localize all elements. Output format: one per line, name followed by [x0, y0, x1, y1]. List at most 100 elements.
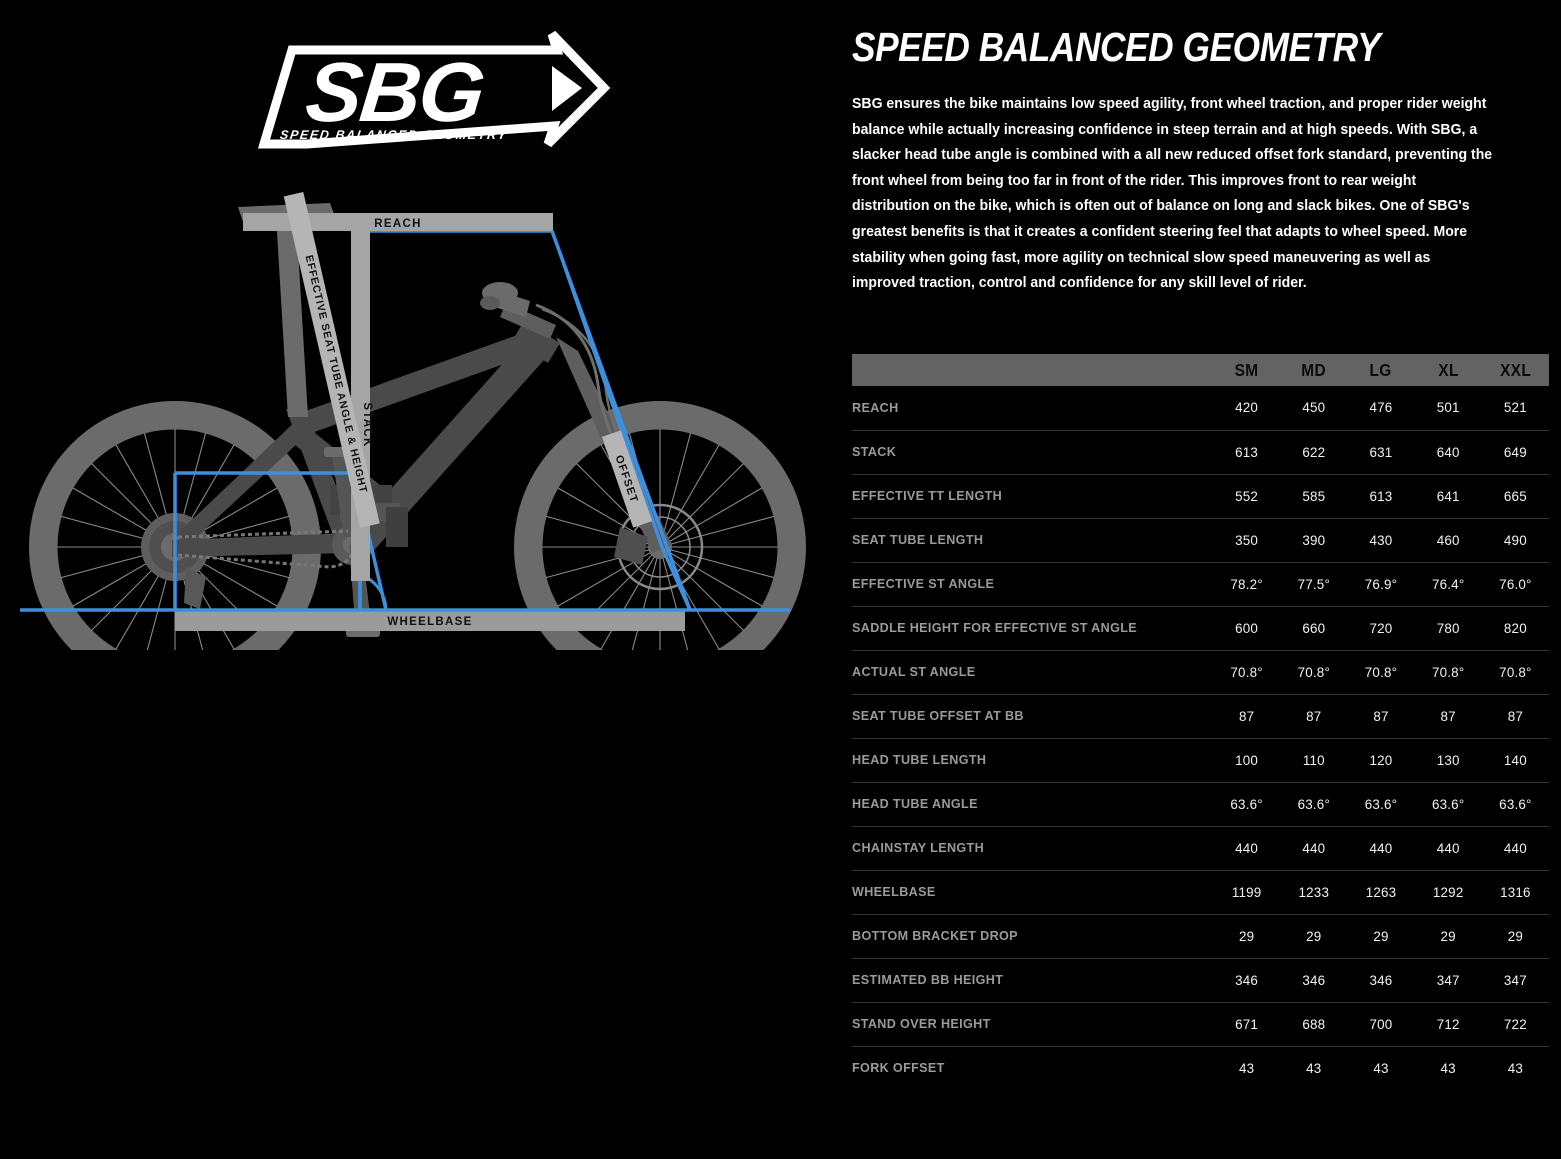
row-label: CHAINSTAY LENGTH	[852, 826, 1214, 871]
table-row: BOTTOM BRACKET DROP 29 29 29 29 29	[852, 914, 1549, 959]
cell-lg: 346	[1347, 958, 1415, 1003]
cell-md: 1233	[1280, 870, 1348, 915]
row-label: FORK OFFSET	[852, 1061, 945, 1076]
column-header-spec	[874, 354, 1192, 386]
sbg-logo: SBG SPEED BALANCED GEOMETRY	[252, 22, 612, 172]
cell-xxl: 665	[1481, 474, 1549, 519]
cell-xxl: 43	[1507, 1060, 1524, 1076]
table-row: SEAT TUBE OFFSET AT BB 87 87 87 87 87	[852, 694, 1549, 739]
cell-lg: 476	[1347, 386, 1415, 431]
cell-lg: 430	[1347, 518, 1415, 563]
table-row: HEAD TUBE ANGLE 63.6° 63.6° 63.6° 63.6° …	[852, 782, 1549, 827]
cell-md: 660	[1280, 606, 1348, 651]
cell-sm: 100	[1213, 738, 1281, 783]
right-panel: SPEED BALANCED GEOMETRY SBG ensures the …	[840, 0, 1561, 1159]
table-row: ESTIMATED BB HEIGHT 346 346 346 347 347	[852, 958, 1549, 1003]
table-row: EFFECTIVE ST ANGLE 78.2° 77.5° 76.9° 76.…	[852, 562, 1549, 607]
cell-sm: 63.6°	[1213, 782, 1281, 827]
cell-xl: 29	[1414, 914, 1482, 959]
row-label: SEAT TUBE OFFSET AT BB	[852, 694, 1214, 739]
column-header-xl: XL	[1437, 359, 1459, 380]
cell-md: 110	[1280, 738, 1348, 783]
cell-xxl: 76.0°	[1481, 562, 1549, 607]
cell-sm: 600	[1213, 606, 1281, 651]
table-row: EFFECTIVE TT LENGTH 552 585 613 641 665	[852, 474, 1549, 519]
cell-xl: 347	[1414, 958, 1482, 1003]
cell-xl: 1292	[1414, 870, 1482, 915]
row-label: SADDLE HEIGHT FOR EFFECTIVE ST ANGLE	[852, 606, 1214, 651]
cell-lg: 631	[1347, 430, 1415, 475]
cell-xl: 87	[1414, 694, 1482, 739]
row-label: HEAD TUBE ANGLE	[852, 782, 1214, 827]
cell-xl: 440	[1414, 826, 1482, 871]
cell-lg: 1263	[1347, 870, 1415, 915]
cell-xxl: 820	[1481, 606, 1549, 651]
bike-geometry-diagram: REACH STACK EFFECTIVE SEAT TUBE ANGLE & …	[0, 185, 840, 650]
cell-sm: 440	[1213, 826, 1281, 871]
cell-lg: 29	[1347, 914, 1415, 959]
label-wheelbase: WHEELBASE	[387, 616, 472, 628]
cell-xl: 130	[1414, 738, 1482, 783]
row-label: WHEELBASE	[852, 870, 1214, 915]
page-title: SPEED BALANCED GEOMETRY	[852, 24, 1381, 70]
cell-md: 29	[1280, 914, 1348, 959]
cell-lg: 720	[1347, 606, 1415, 651]
sbg-geometry-page: SBG SPEED BALANCED GEOMETRY REACH STACK …	[0, 0, 1561, 1159]
cell-sm: 420	[1213, 386, 1281, 431]
row-label: STAND OVER HEIGHT	[852, 1002, 1214, 1047]
geometry-table: SM MD LG XL XXL REACH 420 450 476 501 52	[852, 354, 1549, 1090]
table-row: SADDLE HEIGHT FOR EFFECTIVE ST ANGLE 600…	[852, 606, 1549, 651]
column-header-lg: LG	[1369, 359, 1393, 380]
cell-xxl: 490	[1481, 518, 1549, 563]
cell-md: 585	[1280, 474, 1348, 519]
table-row: REACH 420 450 476 501 521	[852, 386, 1549, 431]
cell-xxl: 87	[1481, 694, 1549, 739]
cell-xl: 501	[1414, 386, 1482, 431]
cell-lg: 76.9°	[1347, 562, 1415, 607]
cell-xl: 76.4°	[1414, 562, 1482, 607]
description-paragraph: SBG ensures the bike maintains low speed…	[852, 96, 1493, 292]
label-stack: STACK	[351, 231, 373, 581]
table-header-row: SM MD LG XL XXL	[852, 354, 1549, 386]
row-label: REACH	[852, 386, 1214, 431]
cell-md: 63.6°	[1280, 782, 1348, 827]
table-row: HEAD TUBE LENGTH 100 110 120 130 140	[852, 738, 1549, 783]
cell-lg: 700	[1347, 1002, 1415, 1047]
cell-xl: 780	[1414, 606, 1482, 651]
cell-sm: 70.8°	[1213, 650, 1281, 695]
cell-lg: 63.6°	[1347, 782, 1415, 827]
cell-sm: 43	[1238, 1060, 1255, 1076]
column-header-md: MD	[1301, 359, 1327, 380]
cell-xxl: 1316	[1481, 870, 1549, 915]
cell-lg: 440	[1347, 826, 1415, 871]
cell-md: 87	[1280, 694, 1348, 739]
row-label: STACK	[852, 430, 1214, 475]
cell-sm: 671	[1213, 1002, 1281, 1047]
label-reach-text: REACH	[374, 218, 421, 230]
cell-xl: 641	[1414, 474, 1482, 519]
cell-sm: 29	[1213, 914, 1281, 959]
table-body: REACH 420 450 476 501 521 STACK 613 622 …	[852, 386, 1549, 1090]
svg-text:SPEED BALANCED GEOMETRY: SPEED BALANCED GEOMETRY	[279, 128, 508, 142]
cell-xl: 70.8°	[1414, 650, 1482, 695]
cell-sm: 1199	[1213, 870, 1281, 915]
cell-md: 390	[1280, 518, 1348, 563]
cell-xxl: 722	[1481, 1002, 1549, 1047]
cell-sm: 78.2°	[1213, 562, 1281, 607]
cell-md: 688	[1280, 1002, 1348, 1047]
label-wheelbase-text: WHEELBASE	[387, 616, 472, 628]
cell-xxl: 29	[1481, 914, 1549, 959]
cell-md: 70.8°	[1280, 650, 1348, 695]
table-row: STAND OVER HEIGHT 671 688 700 712 722	[852, 1002, 1549, 1047]
sbg-logo-tagline: SPEED BALANCED GEOMETRY	[279, 128, 508, 142]
cell-lg: 70.8°	[1347, 650, 1415, 695]
cell-xxl: 70.8°	[1481, 650, 1549, 695]
cell-xxl: 140	[1481, 738, 1549, 783]
table-row: SEAT TUBE LENGTH 350 390 430 460 490	[852, 518, 1549, 563]
cell-xl: 460	[1414, 518, 1482, 563]
cell-lg: 43	[1373, 1060, 1389, 1076]
table-row: FORK OFFSET 43 43 43 43 43	[852, 1046, 1549, 1090]
row-label: HEAD TUBE LENGTH	[852, 738, 1214, 783]
cell-xxl: 521	[1481, 386, 1549, 431]
cell-sm: 87	[1213, 694, 1281, 739]
